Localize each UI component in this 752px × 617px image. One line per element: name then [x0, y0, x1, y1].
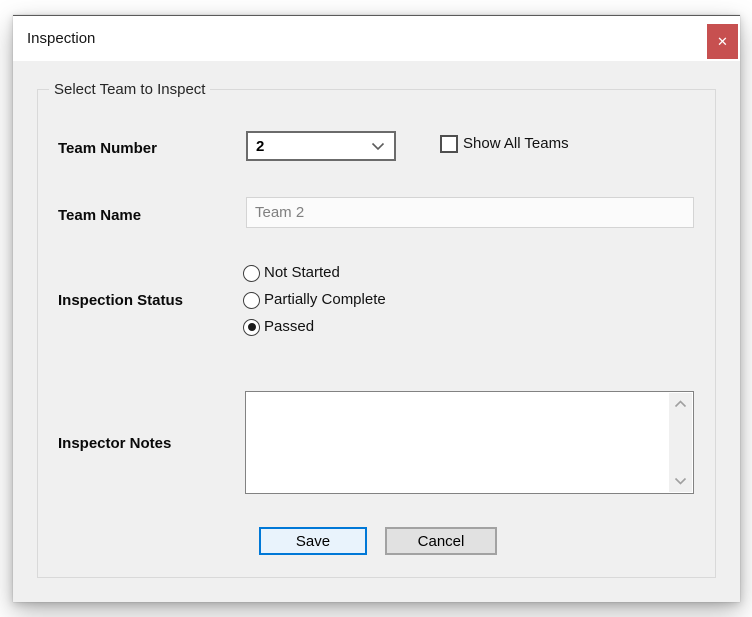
radio-not-started[interactable]: Not Started	[243, 264, 340, 282]
radio-icon	[243, 292, 260, 309]
groupbox-legend: Select Team to Inspect	[49, 80, 210, 99]
save-button-label: Save	[296, 533, 330, 550]
team-number-label: Team Number	[58, 140, 157, 157]
window-title: Inspection	[27, 16, 95, 61]
radio-passed-label: Passed	[260, 318, 314, 336]
cancel-button[interactable]: Cancel	[385, 527, 497, 555]
notes-scrollbar[interactable]	[669, 393, 692, 492]
inspector-notes-label: Inspector Notes	[58, 435, 171, 452]
show-all-teams-checkbox[interactable]: Show All Teams	[440, 135, 569, 153]
cancel-button-label: Cancel	[418, 533, 465, 550]
show-all-teams-label: Show All Teams	[458, 135, 569, 153]
chevron-down-icon	[371, 142, 394, 151]
radio-passed[interactable]: Passed	[243, 318, 314, 336]
team-number-dropdown[interactable]: 2	[246, 131, 396, 161]
close-icon: ✕	[717, 34, 728, 50]
save-button[interactable]: Save	[259, 527, 367, 555]
title-bar[interactable]: Inspection ✕	[13, 16, 740, 61]
inspector-notes-textarea[interactable]	[247, 393, 668, 492]
select-team-groupbox: Select Team to Inspect	[37, 89, 716, 578]
team-name-input[interactable]	[246, 197, 694, 228]
inspector-notes-box	[245, 391, 694, 494]
radio-icon	[243, 319, 260, 336]
inspection-status-label: Inspection Status	[58, 292, 183, 309]
inspection-dialog: Inspection ✕ Select Team to Inspect Team…	[13, 15, 740, 602]
scroll-down-icon[interactable]	[669, 470, 692, 492]
radio-not-started-label: Not Started	[260, 264, 340, 282]
team-number-value: 2	[248, 138, 371, 155]
close-button[interactable]: ✕	[707, 24, 738, 59]
scroll-up-icon[interactable]	[669, 393, 692, 415]
checkbox-icon	[440, 135, 458, 153]
team-name-label: Team Name	[58, 207, 141, 224]
radio-icon	[243, 265, 260, 282]
radio-partially-complete-label: Partially Complete	[260, 291, 386, 309]
radio-partially-complete[interactable]: Partially Complete	[243, 291, 386, 309]
